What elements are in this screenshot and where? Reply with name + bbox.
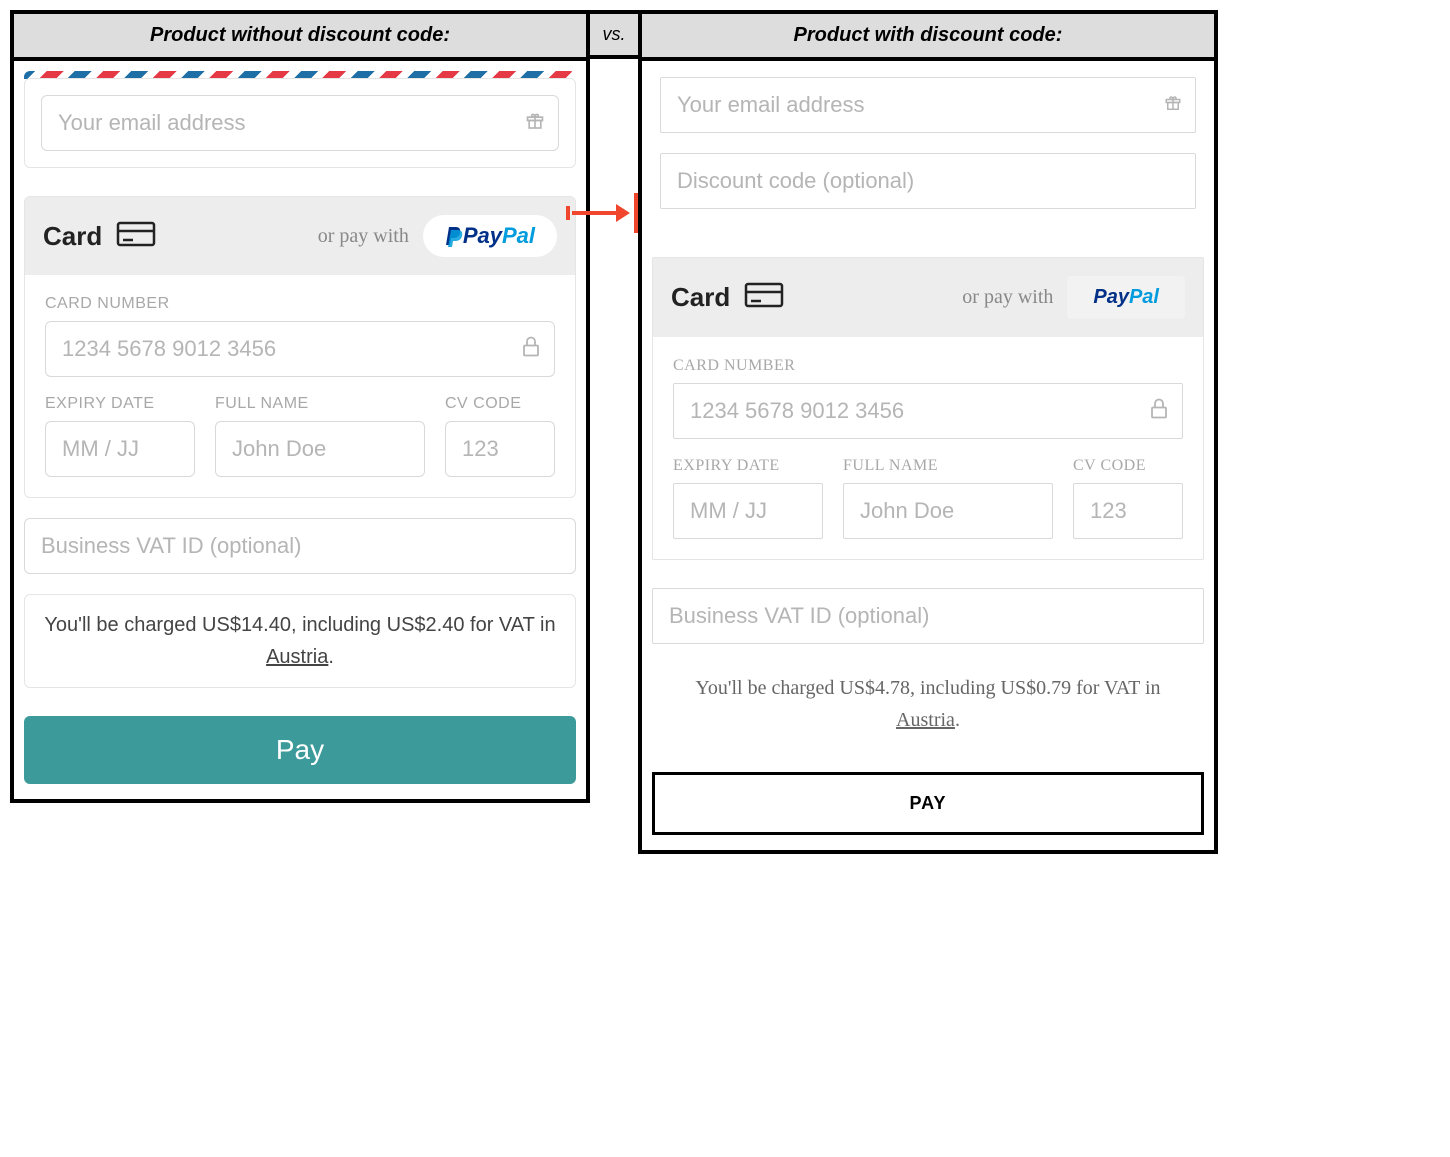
- cv-label: CV CODE: [445, 395, 555, 413]
- paypal-logo-icon: [445, 225, 463, 247]
- vat-country-link[interactable]: Austria: [896, 709, 955, 731]
- gift-icon[interactable]: [525, 111, 545, 136]
- paypal-button[interactable]: PayPal: [1067, 276, 1185, 319]
- email-field[interactable]: [41, 95, 559, 151]
- discount-code-field[interactable]: [660, 153, 1196, 209]
- paypal-button[interactable]: PayPal: [423, 215, 557, 257]
- gift-icon[interactable]: [1164, 94, 1182, 117]
- charge-summary: You'll be charged US$14.40, including US…: [24, 594, 576, 688]
- card-tab-label: Card: [43, 221, 102, 252]
- card-payment-section: Card or pay with PayPal CARD NUMBER: [24, 196, 576, 498]
- cv-field[interactable]: [445, 421, 555, 477]
- pay-button[interactable]: PAY: [652, 772, 1204, 835]
- vat-country-link[interactable]: Austria: [266, 646, 328, 668]
- email-field[interactable]: [660, 77, 1196, 133]
- credit-card-icon: [744, 281, 784, 314]
- charge-summary: You'll be charged US$4.78, including US$…: [652, 664, 1204, 744]
- card-number-field[interactable]: [673, 383, 1183, 439]
- vat-field[interactable]: [24, 518, 576, 574]
- card-payment-section: Card or pay with PayPal CARD NUMBER: [652, 257, 1204, 560]
- or-pay-with-label: or pay with: [962, 286, 1053, 309]
- expiry-label: EXPIRY DATE: [45, 395, 195, 413]
- card-tab-label: Card: [671, 282, 730, 313]
- panel-title-right: Product with discount code:: [642, 14, 1214, 61]
- vat-field[interactable]: [652, 588, 1204, 644]
- panel-without-discount: Product without discount code: Card: [10, 10, 590, 803]
- fullname-field[interactable]: [843, 483, 1053, 539]
- card-number-field[interactable]: [45, 321, 555, 377]
- fullname-label: FULL NAME: [843, 457, 1053, 475]
- expiry-field[interactable]: [673, 483, 823, 539]
- expiry-label: EXPIRY DATE: [673, 457, 823, 475]
- credit-card-icon: [116, 220, 156, 253]
- panel-title-left: Product without discount code:: [14, 14, 586, 61]
- pay-button[interactable]: Pay: [24, 716, 576, 784]
- comparison-container: Product without discount code: Card: [10, 10, 1240, 854]
- cv-label: CV CODE: [1073, 457, 1183, 475]
- panel-with-discount: Product with discount code: Card: [638, 10, 1218, 854]
- card-number-label: CARD NUMBER: [673, 357, 1183, 375]
- fullname-label: FULL NAME: [215, 395, 425, 413]
- cv-field[interactable]: [1073, 483, 1183, 539]
- expiry-field[interactable]: [45, 421, 195, 477]
- lock-icon: [521, 336, 541, 363]
- card-number-label: CARD NUMBER: [45, 295, 555, 313]
- vs-label: vs.: [590, 10, 638, 59]
- fullname-field[interactable]: [215, 421, 425, 477]
- lock-icon: [1149, 398, 1169, 425]
- or-pay-with-label: or pay with: [318, 225, 409, 248]
- arrow-annotation-icon: [572, 193, 638, 233]
